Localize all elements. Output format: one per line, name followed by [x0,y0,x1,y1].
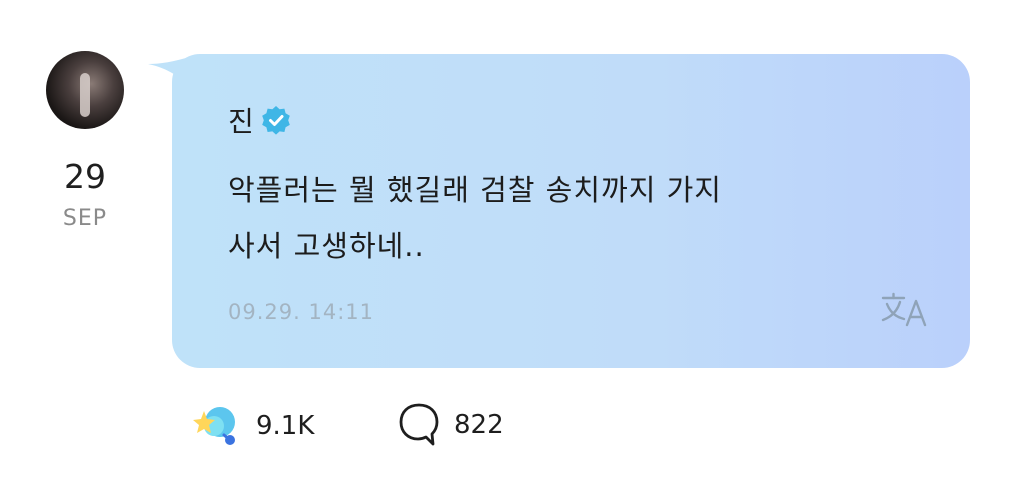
post-text-line: 사서 고생하네.. [228,229,425,263]
post-date-month: SEP [62,206,108,231]
avatar[interactable] [46,51,124,129]
post-date-day: 29 [64,157,106,196]
verified-badge-icon [261,106,290,135]
translate-icon[interactable] [880,292,930,328]
post-text-line: 악플러는 뭘 했길래 검찰 송치까지 가지 [228,173,722,207]
like-reaction[interactable]: 9.1K [190,402,314,450]
post-bubble[interactable]: 진 악플러는 뭘 했길래 검찰 송치까지 가지 사서 고생하네.. 09.29.… [172,54,970,368]
like-reaction-icon [193,407,235,445]
post-text: 악플러는 뭘 했길래 검찰 송치까지 가지 사서 고생하네.. [228,162,928,274]
author-row: 진 [228,100,291,140]
comment-count: 822 [454,410,504,440]
like-count: 9.1K [256,411,315,441]
comment-icon [399,403,439,446]
author-name: 진 [228,105,254,138]
post-timestamp: 09.29. 14:11 [228,300,374,324]
avatar-photo [80,73,90,117]
comment-reaction[interactable]: 822 [398,402,504,448]
